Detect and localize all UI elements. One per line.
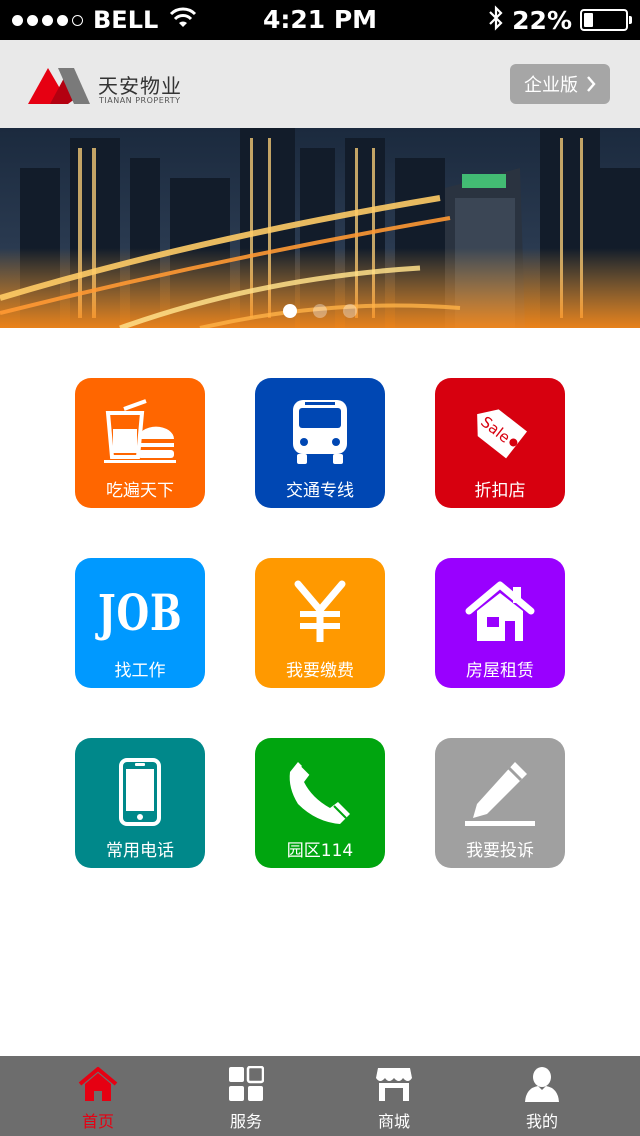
person-icon [462, 1066, 622, 1102]
sale-tag-icon: Sale [435, 396, 565, 468]
bus-icon [255, 396, 385, 468]
store-icon [314, 1066, 474, 1102]
brand-english-name: TIANAN PROPERTY [99, 96, 181, 105]
service-label: 常用电话 [106, 841, 174, 861]
food-drink-icon [75, 396, 205, 468]
pager-dot[interactable] [313, 304, 327, 318]
service-label: 折扣店 [474, 481, 526, 501]
chevron-right-icon [587, 76, 596, 92]
job-icon-text: JOB [97, 582, 183, 642]
status-bar: BELL 4:21 PM 22% [0, 0, 640, 40]
service-tile-discount[interactable]: Sale 折扣店 [435, 378, 565, 508]
house-icon [435, 576, 565, 648]
tab-label: 商城 [377, 1112, 410, 1131]
service-tile-phonebook[interactable]: 常用电话 [75, 738, 205, 868]
city-night-image [0, 128, 640, 328]
service-tile-jobs[interactable]: JOB 找工作 [75, 558, 205, 688]
tab-mine[interactable]: 我的 [462, 1056, 622, 1136]
home-icon [18, 1066, 178, 1102]
battery-percent: 22% [512, 5, 572, 35]
enterprise-button-label: 企业版 [524, 75, 578, 96]
service-label: 房屋租赁 [466, 661, 534, 681]
bottom-tab-bar: 首页 服务 商城 我的 [0, 1056, 640, 1136]
service-label: 我要投诉 [466, 841, 534, 861]
phone-handset-icon [255, 756, 385, 828]
tab-label: 服务 [229, 1112, 262, 1131]
grid-icon [166, 1066, 326, 1102]
service-label: 吃遍天下 [106, 481, 174, 501]
service-tile-food[interactable]: 吃遍天下 [75, 378, 205, 508]
service-label: 交通专线 [286, 481, 354, 501]
app-header: 天安物业 TIANAN PROPERTY 企业版 [0, 40, 640, 128]
pencil-icon [435, 756, 565, 828]
enterprise-edition-button[interactable]: 企业版 [510, 64, 610, 104]
service-label: 我要缴费 [286, 661, 354, 681]
job-icon: JOB [75, 576, 205, 648]
pager-dot[interactable] [343, 304, 357, 318]
service-tile-transit[interactable]: 交通专线 [255, 378, 385, 508]
battery-icon [580, 9, 632, 31]
service-tile-park-114[interactable]: 园区114 [255, 738, 385, 868]
service-tile-payment[interactable]: 我要缴费 [255, 558, 385, 688]
tab-home[interactable]: 首页 [18, 1056, 178, 1136]
bluetooth-icon [488, 5, 504, 35]
tianan-logo [28, 68, 90, 104]
tab-mall[interactable]: 商城 [314, 1056, 474, 1136]
banner-carousel[interactable] [0, 128, 640, 328]
tab-services[interactable]: 服务 [166, 1056, 326, 1136]
service-label: 找工作 [114, 661, 166, 681]
tab-label: 首页 [81, 1112, 114, 1131]
brand-name: 天安物业 [98, 74, 182, 98]
service-label: 园区114 [286, 841, 354, 861]
tab-label: 我的 [525, 1112, 558, 1131]
battery-fill [584, 13, 593, 27]
pager-dot[interactable] [283, 304, 297, 318]
mobile-phone-icon [75, 756, 205, 828]
service-tile-rental[interactable]: 房屋租赁 [435, 558, 565, 688]
service-tile-complaint[interactable]: 我要投诉 [435, 738, 565, 868]
carousel-pager [0, 304, 640, 318]
yen-icon [255, 576, 385, 648]
